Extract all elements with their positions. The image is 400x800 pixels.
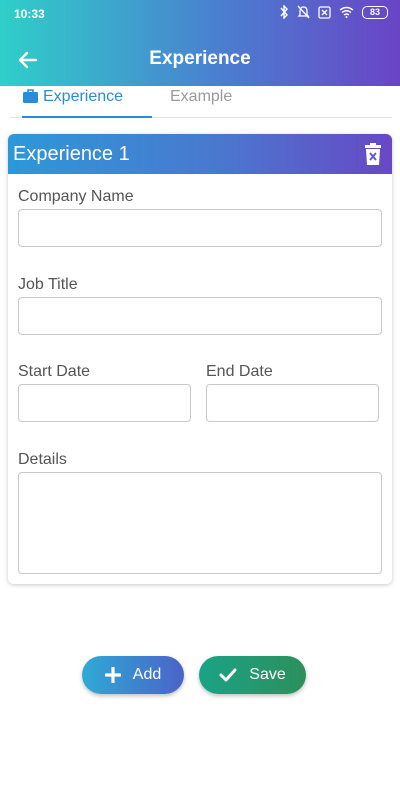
company-name-label: Company Name <box>18 188 134 205</box>
end-date-label: End Date <box>206 363 273 380</box>
add-button-label: Add <box>132 666 162 683</box>
card-header: Experience 1 <box>8 134 392 174</box>
briefcase-icon <box>23 89 38 103</box>
save-button-label: Save <box>249 666 286 683</box>
bluetooth-icon <box>280 5 288 19</box>
battery-indicator: 83 <box>362 5 388 19</box>
tab-experience-label: Experience <box>43 88 124 105</box>
job-title-label: Job Title <box>18 276 78 293</box>
wifi-icon <box>339 6 354 18</box>
checkmark-icon <box>219 668 237 682</box>
start-date-input[interactable] <box>18 384 191 422</box>
job-title-input[interactable] <box>18 297 382 335</box>
tab-example[interactable]: Example <box>170 88 232 118</box>
details-label: Details <box>18 451 67 468</box>
experience-card: Experience 1 Company Name Job Title Star… <box>8 134 392 584</box>
delete-icon[interactable] <box>364 143 382 165</box>
no-sim-icon <box>318 5 331 19</box>
tab-bar: Experience Example <box>10 86 392 118</box>
add-button[interactable]: Add <box>82 656 184 694</box>
mute-bell-icon <box>297 5 310 19</box>
page-title: Experience <box>149 48 251 69</box>
status-time: 10:33 <box>14 7 45 21</box>
details-textarea[interactable] <box>18 472 382 574</box>
end-date-input[interactable] <box>206 384 379 422</box>
tab-experience[interactable]: Experience <box>22 88 152 118</box>
plus-icon <box>104 667 121 683</box>
tab-example-label: Example <box>170 88 233 105</box>
company-name-input[interactable] <box>18 209 382 247</box>
status-bar: 10:33 83 <box>0 0 400 28</box>
start-date-label: Start Date <box>18 363 91 380</box>
card-title: Experience 1 <box>13 143 130 165</box>
app-header: 10:33 83 Experience <box>0 0 400 86</box>
status-icons: 83 <box>279 5 388 19</box>
save-button[interactable]: Save <box>199 656 306 694</box>
